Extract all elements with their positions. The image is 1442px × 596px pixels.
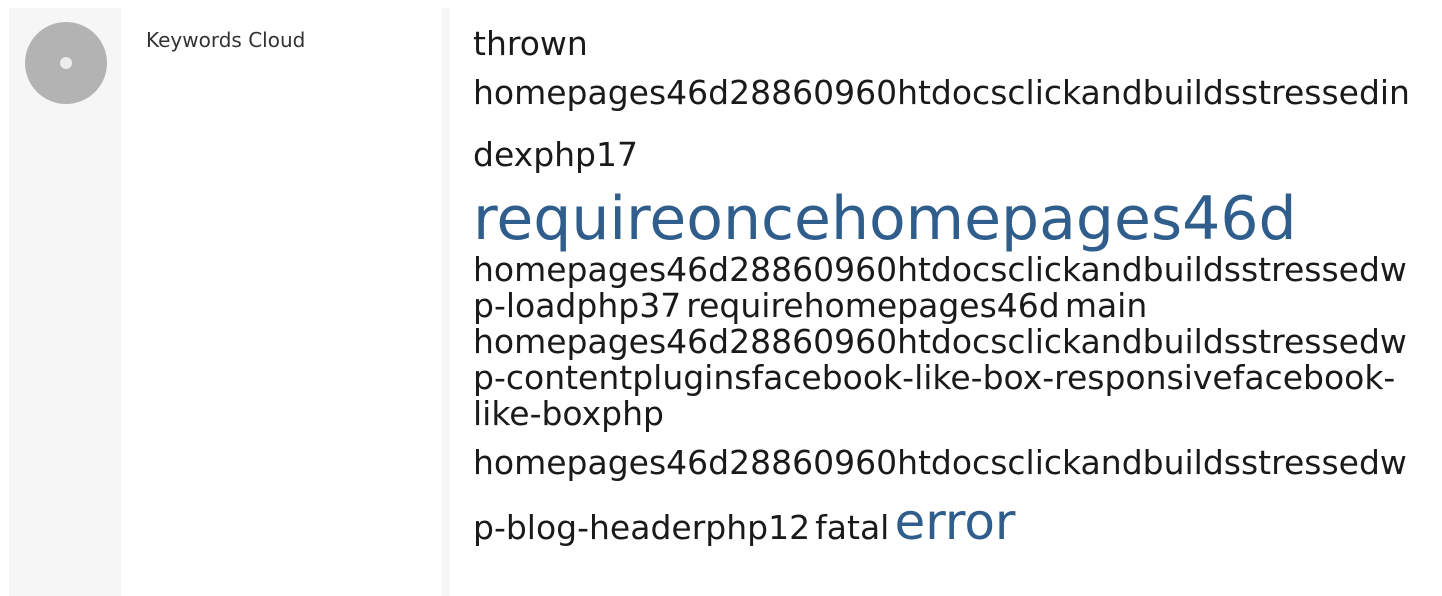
keyword: homepages46d28860960htdocsclickandbuilds…: [473, 73, 1410, 174]
keyword: requireoncehomepages46d: [473, 184, 1297, 254]
label-column: Keywords Cloud: [121, 8, 442, 596]
status-circle-icon: [25, 22, 107, 104]
section-label: Keywords Cloud: [146, 28, 306, 52]
keyword: homepages46d28860960htdocsclickandbuilds…: [473, 322, 1407, 433]
keywords-cloud: thrown homepages46d28860960htdocsclickan…: [473, 26, 1423, 559]
keyword: main: [1064, 286, 1148, 325]
keywords-cloud-row: Keywords Cloud thrown homepages46d288609…: [9, 8, 1433, 596]
keyword: requirehomepages46d: [686, 286, 1060, 325]
keyword: error: [894, 493, 1016, 551]
keywords-cloud-column: thrown homepages46d28860960htdocsclickan…: [450, 8, 1433, 596]
icon-column: [9, 8, 121, 596]
keyword: thrown: [473, 24, 588, 63]
keyword: fatal: [815, 508, 890, 547]
